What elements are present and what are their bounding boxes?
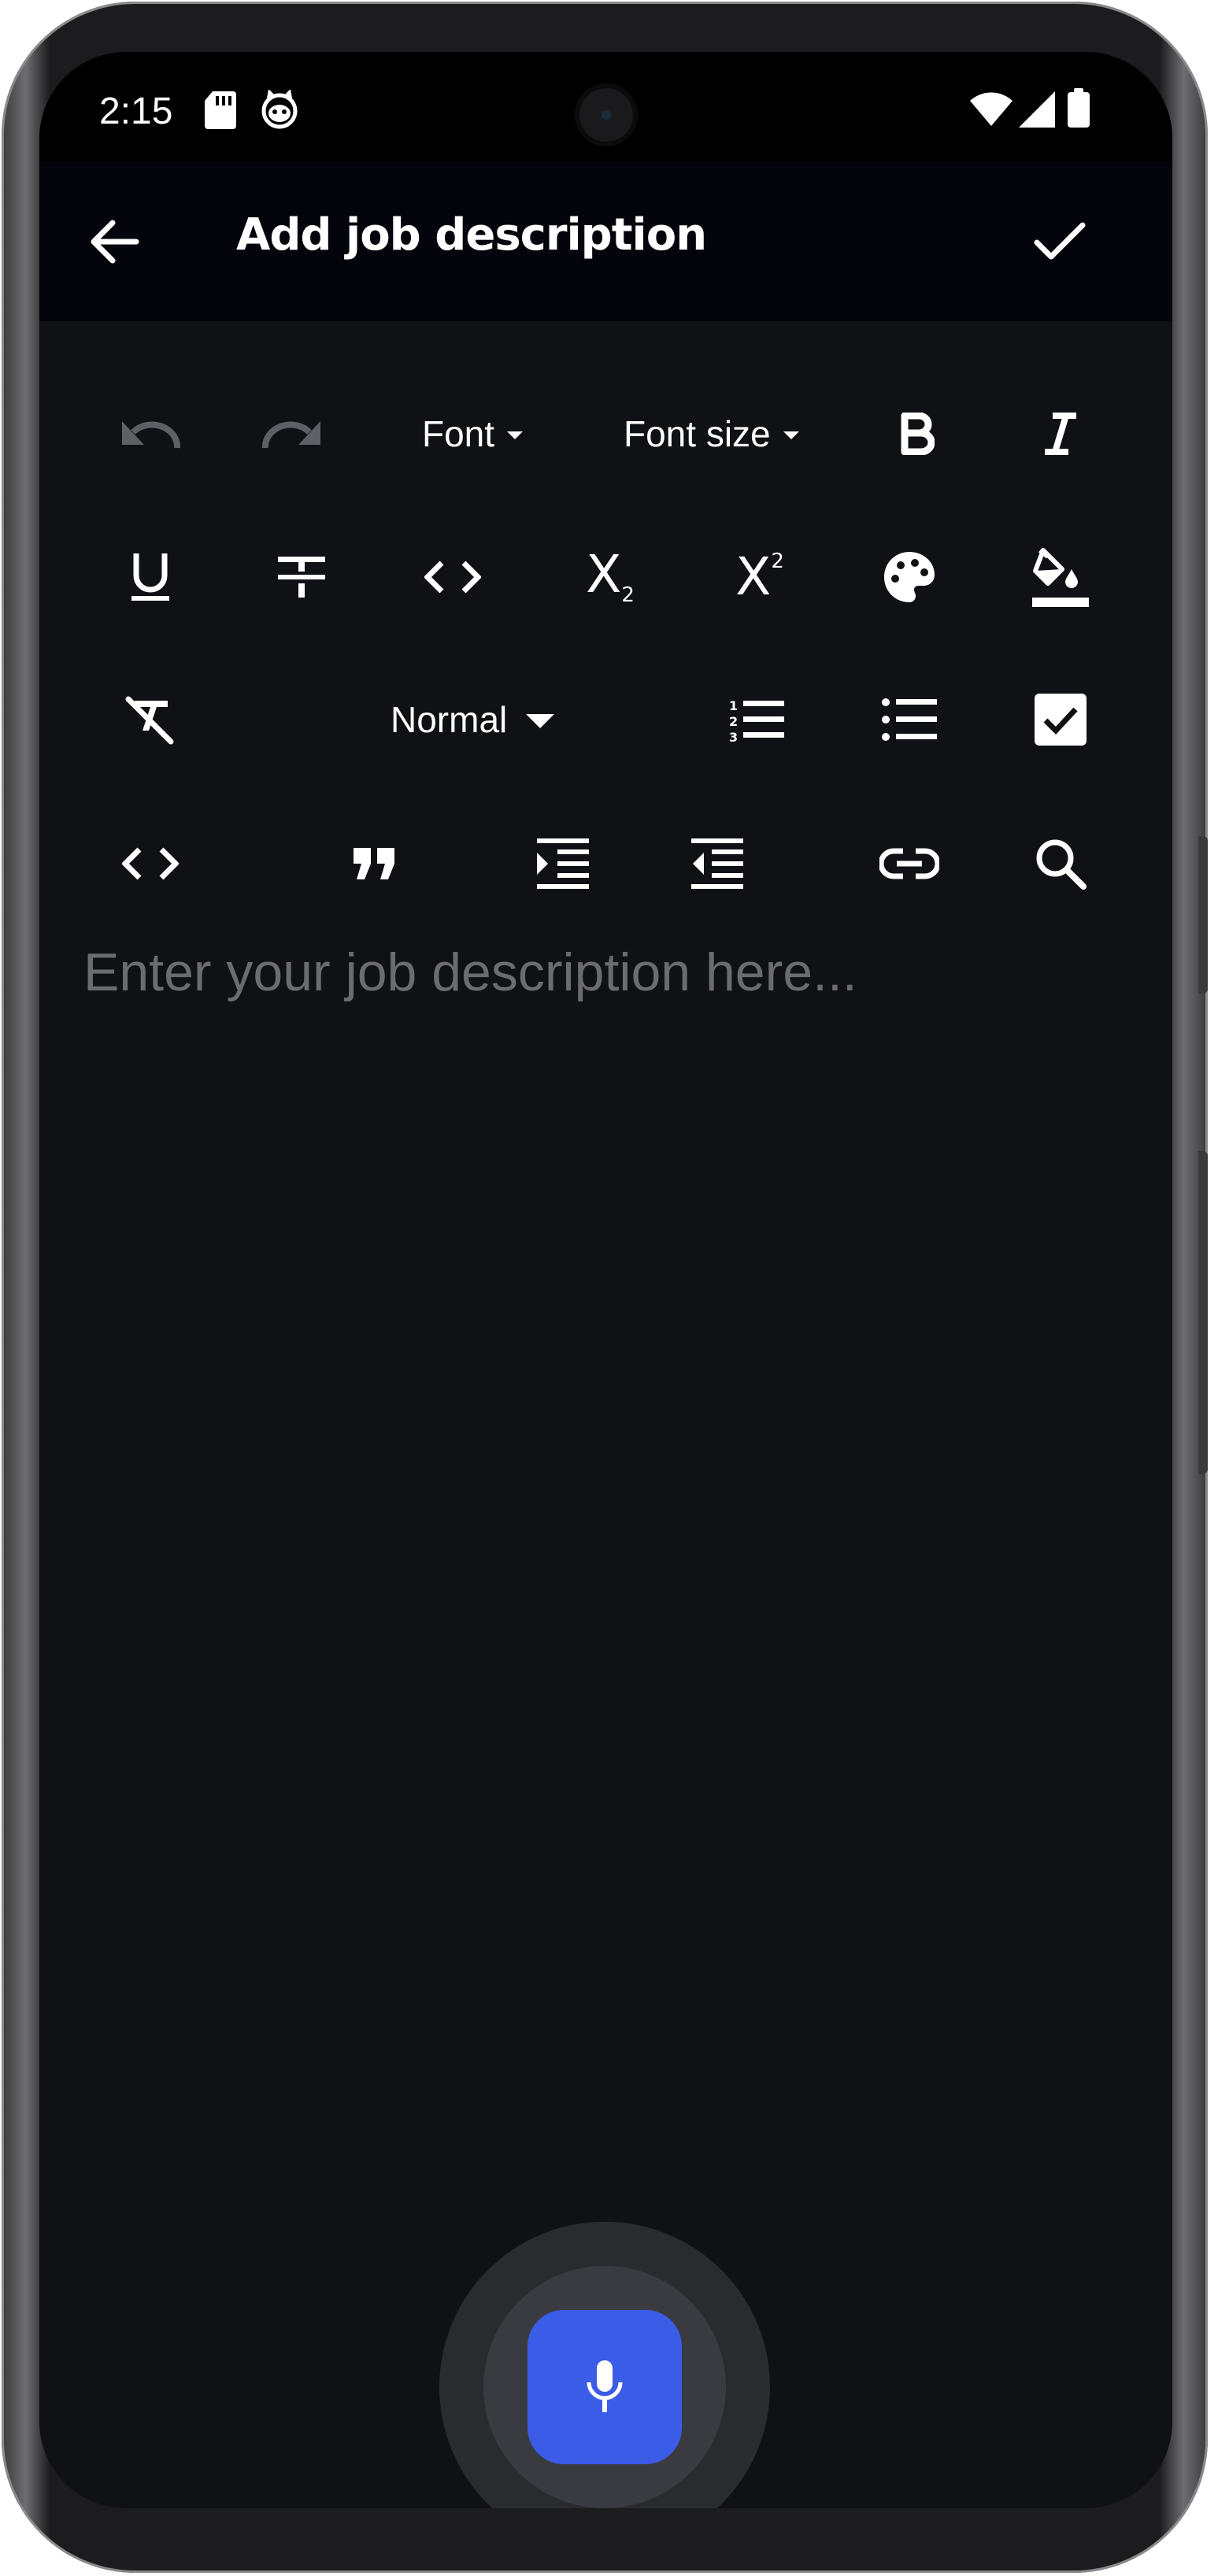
app-bar: Add job description xyxy=(39,162,1172,321)
indent-icon xyxy=(537,838,589,889)
svg-text:2: 2 xyxy=(729,714,738,729)
check-icon xyxy=(1034,222,1086,260)
inline-code-button[interactable] xyxy=(409,534,496,620)
cat-face-icon xyxy=(260,88,299,133)
screen: 2:15 Add job description Font Font size … xyxy=(39,52,1172,2508)
page-title: Add job description xyxy=(236,209,707,261)
code-block-button[interactable] xyxy=(107,820,194,907)
palette-icon xyxy=(884,552,935,602)
sd-card-icon xyxy=(205,91,236,133)
indent-button[interactable] xyxy=(520,820,606,907)
font-size-dropdown-label: Font size xyxy=(624,413,771,454)
superscript-button[interactable]: X2 xyxy=(716,534,803,620)
background-color-button[interactable] xyxy=(1017,534,1104,620)
link-icon xyxy=(879,848,939,879)
redo-button[interactable] xyxy=(249,390,335,477)
bold-button[interactable] xyxy=(874,390,961,477)
clear-format-button[interactable] xyxy=(107,676,194,763)
font-dropdown[interactable]: Font xyxy=(422,390,524,477)
wifi-icon xyxy=(970,91,1013,130)
superscript-icon: X2 xyxy=(735,546,784,607)
outdent-button[interactable] xyxy=(674,820,761,907)
numbered-list-button[interactable]: 1 2 3 xyxy=(713,676,800,763)
caret-down-icon xyxy=(507,431,524,439)
subscript-icon: X2 xyxy=(586,544,635,607)
caret-down-icon xyxy=(526,714,555,728)
outdent-icon xyxy=(691,838,743,889)
volume-button xyxy=(1198,1151,1208,1474)
arrow-left-icon xyxy=(91,220,139,264)
job-description-editor[interactable]: Enter your job description here... xyxy=(83,942,857,1003)
subscript-button[interactable]: X2 xyxy=(567,534,653,620)
checkbox-icon xyxy=(1035,694,1087,746)
power-button xyxy=(1198,836,1208,994)
fill-bucket-icon xyxy=(1032,548,1089,607)
font-dropdown-label: Font xyxy=(422,413,495,454)
blockquote-button[interactable] xyxy=(331,820,417,907)
code-icon xyxy=(424,561,481,594)
bullet-list-button[interactable] xyxy=(866,676,953,763)
voice-input-ring xyxy=(483,2266,726,2508)
bold-icon xyxy=(901,413,935,455)
underline-button[interactable] xyxy=(107,534,194,620)
italic-icon xyxy=(1045,413,1076,455)
search-button[interactable] xyxy=(1017,820,1104,907)
front-camera xyxy=(575,83,638,146)
voice-input-halo xyxy=(439,2222,770,2508)
format-clear-icon xyxy=(125,696,174,745)
undo-button[interactable] xyxy=(107,390,194,477)
text-color-button[interactable] xyxy=(866,534,953,620)
font-size-dropdown[interactable]: Font size xyxy=(624,390,799,477)
back-button[interactable] xyxy=(71,198,157,285)
strikethrough-button[interactable] xyxy=(258,534,345,620)
paragraph-style-label: Normal xyxy=(391,699,508,740)
redo-icon xyxy=(261,421,320,449)
quote-icon xyxy=(354,848,394,879)
microphone-icon xyxy=(587,2360,623,2412)
svg-text:3: 3 xyxy=(729,730,738,743)
checklist-button[interactable] xyxy=(1017,676,1104,763)
voice-input-button[interactable] xyxy=(528,2310,682,2464)
undo-icon xyxy=(122,421,181,449)
strikethrough-icon xyxy=(278,557,325,598)
numbered-list-icon: 1 2 3 xyxy=(729,698,784,743)
insert-link-button[interactable] xyxy=(866,820,953,907)
confirm-button[interactable] xyxy=(1016,198,1103,285)
code-block-icon xyxy=(122,847,179,880)
svg-text:1: 1 xyxy=(729,698,738,713)
italic-button[interactable] xyxy=(1017,390,1104,477)
paragraph-style-dropdown[interactable]: Normal xyxy=(391,676,555,763)
battery-icon xyxy=(1068,88,1090,131)
device-frame: 2:15 Add job description Font Font size … xyxy=(2,2,1208,2573)
underline-icon xyxy=(131,553,169,601)
signal-icon xyxy=(1019,91,1055,131)
caret-down-icon xyxy=(783,431,799,439)
bullet-list-icon xyxy=(882,698,937,741)
status-time: 2:15 xyxy=(99,91,173,132)
search-icon xyxy=(1036,839,1087,890)
